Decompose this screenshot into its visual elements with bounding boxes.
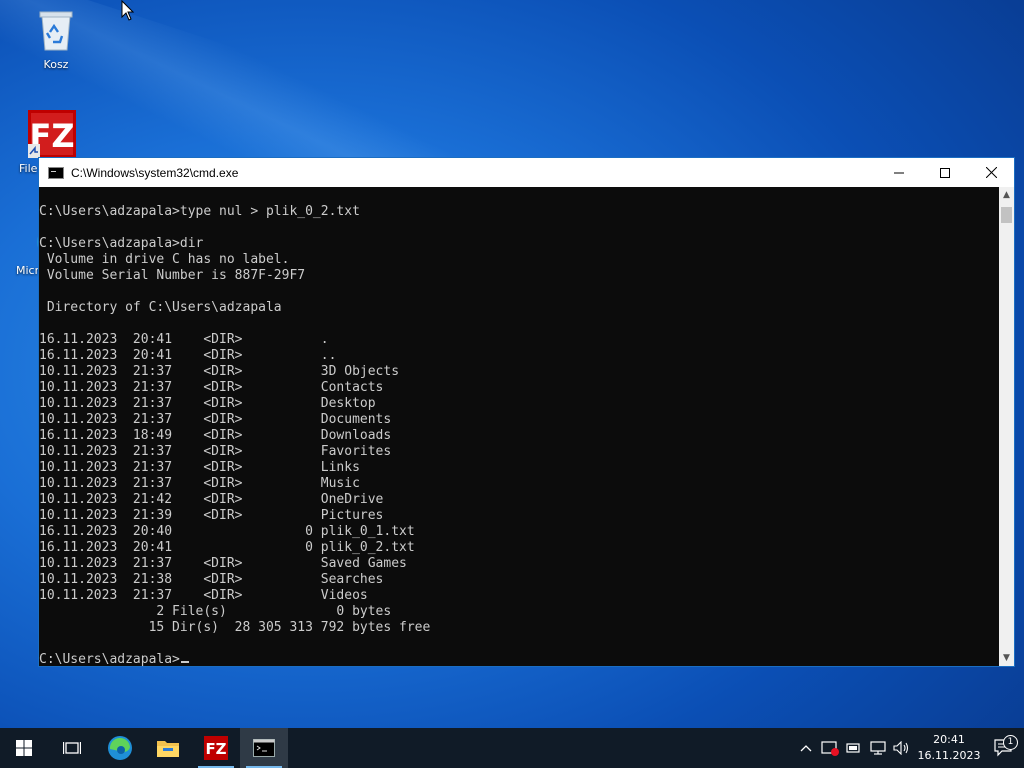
console-line: 10.11.2023 21:37 <DIR> Contacts bbox=[39, 380, 384, 395]
network-icon bbox=[870, 741, 886, 755]
console-line: 2 File(s) 0 bytes bbox=[39, 604, 392, 619]
console-line: 10.11.2023 21:37 <DIR> 3D Objects bbox=[39, 364, 400, 379]
console-line: 10.11.2023 21:37 <DIR> Saved Games bbox=[39, 556, 407, 571]
taskbar-filezilla-button[interactable]: FZ bbox=[192, 728, 240, 768]
scrollbar-thumb[interactable] bbox=[1001, 207, 1012, 223]
taskbar-edge-button[interactable] bbox=[96, 728, 144, 768]
cmd-window[interactable]: C:\Windows\system32\cmd.exe C:\Users\adz… bbox=[38, 157, 1015, 667]
window-title: C:\Windows\system32\cmd.exe bbox=[71, 165, 239, 180]
console-line: 16.11.2023 20:41 0 plik_0_2.txt bbox=[39, 540, 415, 555]
minimize-icon bbox=[894, 172, 904, 173]
windows-logo-icon bbox=[16, 740, 32, 756]
taskbar-cmd-button[interactable] bbox=[240, 728, 288, 768]
console-line: 10.11.2023 21:37 <DIR> Documents bbox=[39, 412, 392, 427]
console-line: C:\Users\adzapala>type nul > plik_0_2.tx… bbox=[39, 204, 360, 219]
task-view-icon bbox=[63, 742, 81, 754]
console-line: 16.11.2023 20:40 0 plik_0_1.txt bbox=[39, 524, 415, 539]
minimize-button[interactable] bbox=[876, 158, 922, 187]
chevron-up-icon bbox=[800, 745, 812, 752]
console-line: 16.11.2023 20:41 <DIR> .. bbox=[39, 348, 337, 363]
taskbar: FZ 20:41 16.11.2023 1 bbox=[0, 728, 1024, 768]
security-alert-icon bbox=[821, 741, 839, 756]
tray-device-button[interactable] bbox=[842, 741, 866, 755]
console-line: 10.11.2023 21:37 <DIR> Links bbox=[39, 460, 360, 475]
cmd-icon bbox=[253, 739, 275, 757]
console-line: 10.11.2023 21:37 <DIR> Favorites bbox=[39, 444, 392, 459]
console-output[interactable]: C:\Users\adzapala>type nul > plik_0_2.tx… bbox=[39, 187, 999, 666]
svg-text:FZ: FZ bbox=[205, 740, 226, 758]
close-icon bbox=[985, 167, 997, 178]
console-line: 10.11.2023 21:37 <DIR> Music bbox=[39, 476, 360, 491]
close-button[interactable] bbox=[968, 158, 1014, 187]
console-line: 10.11.2023 21:39 <DIR> Pictures bbox=[39, 508, 384, 523]
desktop-icon-label: Kosz bbox=[43, 58, 69, 71]
start-button[interactable] bbox=[0, 728, 48, 768]
console-line: 16.11.2023 18:49 <DIR> Downloads bbox=[39, 428, 392, 443]
console-line: 10.11.2023 21:42 <DIR> OneDrive bbox=[39, 492, 384, 507]
notification-count-badge: 1 bbox=[1003, 735, 1018, 750]
console-line: 15 Dir(s) 28 305 313 792 bytes free bbox=[39, 620, 431, 635]
task-view-button[interactable] bbox=[48, 728, 96, 768]
console-line: C:\Users\adzapala>dir bbox=[39, 236, 204, 251]
folder-icon bbox=[157, 741, 179, 757]
system-tray: 20:41 16.11.2023 1 bbox=[794, 728, 1024, 768]
desktop-icon-label: File bbox=[19, 162, 38, 175]
mouse-cursor-icon bbox=[121, 0, 135, 21]
tray-network-button[interactable] bbox=[866, 740, 890, 756]
cmd-app-icon bbox=[48, 166, 64, 179]
scroll-up-arrow-icon[interactable]: ▲ bbox=[999, 187, 1014, 203]
console-line: Volume in drive C has no label. bbox=[39, 252, 290, 267]
taskbar-file-explorer-button[interactable] bbox=[144, 728, 192, 768]
desktop-icon-recycle-bin[interactable]: Kosz bbox=[19, 8, 93, 71]
scroll-down-arrow-icon[interactable]: ▼ bbox=[999, 650, 1014, 666]
console-line: Volume Serial Number is 887F-29F7 bbox=[39, 268, 306, 283]
action-center-button[interactable]: 1 bbox=[984, 735, 1024, 757]
console-prompt-line[interactable]: C:\Users\adzapala> bbox=[39, 652, 999, 666]
tray-security-button[interactable] bbox=[818, 740, 842, 756]
maximize-icon bbox=[940, 167, 950, 178]
console-line: 10.11.2023 21:37 <DIR> Videos bbox=[39, 588, 368, 603]
console-line: 16.11.2023 20:41 <DIR> . bbox=[39, 332, 329, 347]
clock-button[interactable]: 20:41 16.11.2023 bbox=[914, 732, 984, 764]
device-icon bbox=[846, 743, 860, 753]
console-line: 10.11.2023 21:38 <DIR> Searches bbox=[39, 572, 384, 587]
clock-date: 16.11.2023 bbox=[917, 749, 981, 762]
clock-time: 20:41 bbox=[933, 733, 965, 746]
recycle-bin-icon bbox=[39, 11, 73, 51]
edge-icon bbox=[108, 736, 132, 760]
vertical-scrollbar[interactable]: ▲ ▼ bbox=[999, 187, 1014, 666]
title-bar[interactable]: C:\Windows\system32\cmd.exe bbox=[39, 158, 1014, 187]
console-prompt: C:\Users\adzapala> bbox=[39, 652, 180, 666]
console-line: 10.11.2023 21:37 <DIR> Desktop bbox=[39, 396, 376, 411]
desktop-icon-label: Micr bbox=[16, 264, 40, 277]
desktop-icon-filezilla[interactable]: FZ File bbox=[0, 110, 80, 175]
tray-volume-button[interactable] bbox=[890, 741, 914, 755]
maximize-button[interactable] bbox=[922, 158, 968, 187]
text-cursor bbox=[180, 661, 189, 663]
filezilla-icon: FZ bbox=[28, 110, 76, 158]
volume-icon bbox=[893, 741, 909, 755]
filezilla-icon: FZ bbox=[204, 736, 228, 760]
console-line: Directory of C:\Users\adzapala bbox=[39, 300, 282, 315]
show-hidden-icons-button[interactable] bbox=[794, 744, 818, 752]
